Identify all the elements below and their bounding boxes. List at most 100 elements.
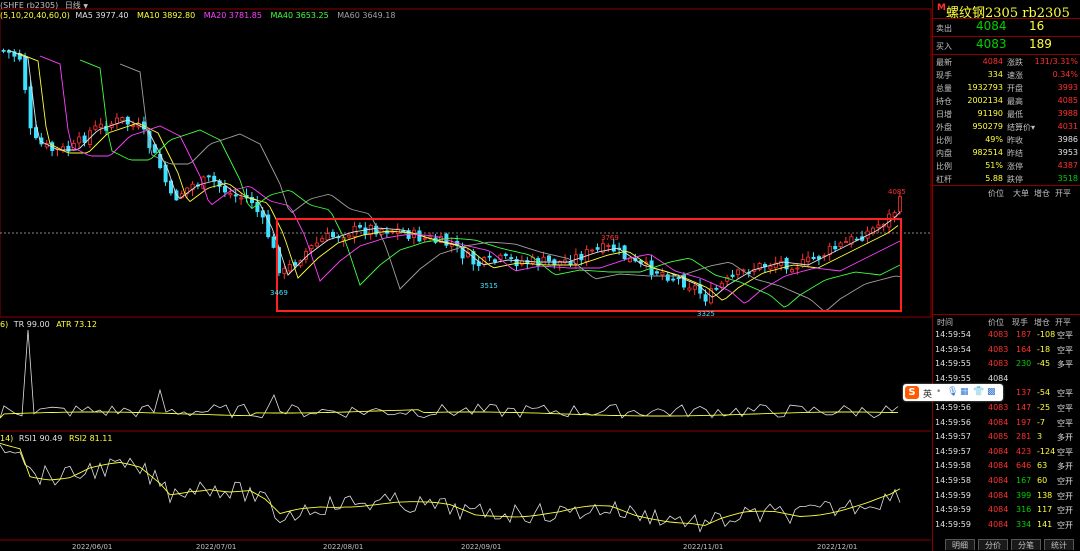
- candle-body: [487, 255, 492, 258]
- kline-chart[interactable]: [0, 0, 932, 551]
- candle-body: [800, 259, 805, 267]
- stat-value: 3953: [1057, 148, 1078, 157]
- candle-body: [671, 278, 676, 281]
- depth-header: 价位 大单 增仓 开平: [933, 187, 1080, 199]
- toolbox-icon[interactable]: ▩: [987, 387, 996, 397]
- stat-value: 1932793: [967, 83, 1003, 92]
- ask-row[interactable]: 卖出 4084 16: [933, 19, 1080, 36]
- stat-value: 5.88: [985, 174, 1003, 183]
- stat-row: 最新 4084 涨跌 131/3.31%: [933, 56, 1080, 69]
- tick-row[interactable]: 14:59:58 4084 167 60 空开: [933, 474, 1080, 488]
- stat-value: 950279: [972, 122, 1003, 131]
- tick-oi-change: -54: [1037, 388, 1051, 398]
- tick-volume: 334: [1016, 519, 1032, 529]
- tick-row[interactable]: 14:59:59 4084 334 141 空开: [933, 518, 1080, 532]
- punctuation-icon[interactable]: •: [936, 387, 941, 397]
- stat-row: 日增 91190 最低 3988: [933, 108, 1080, 121]
- skin-icon[interactable]: 👕: [973, 387, 984, 397]
- tick-time: 14:59:55: [935, 359, 971, 369]
- stat-row: 总量 1932793 开盘 3993: [933, 82, 1080, 95]
- stat-row: 比例 51% 涨停 4387: [933, 160, 1080, 173]
- header-time: 时间: [937, 318, 953, 327]
- ma5-label: MA5 3977.40: [75, 11, 129, 20]
- stat-label: 昨收: [1007, 136, 1023, 145]
- header-open-close: 开平: [1055, 189, 1071, 198]
- keyboard-icon[interactable]: ▦: [960, 387, 969, 397]
- tick-row[interactable]: 14:59:57 4084 423 -124 空平: [933, 445, 1080, 459]
- stat-label: 速涨: [1007, 71, 1023, 80]
- ime-logo[interactable]: S: [905, 386, 919, 399]
- header-oi-change: 增仓: [1034, 318, 1050, 327]
- tick-row[interactable]: 14:59:57 4085 281 3 多开: [933, 430, 1080, 444]
- chart-area[interactable]: (SHFE rb2305) 日线 ▼ (5,10,20,40,60,0) MA5…: [0, 0, 932, 551]
- stat-label: 昨结: [1007, 149, 1023, 158]
- atr-line: [0, 409, 899, 419]
- ma-legend: (5,10,20,40,60,0) MA5 3977.40 MA10 3892.…: [0, 11, 401, 20]
- stat-value: 49%: [985, 135, 1003, 144]
- ma60-line: [119, 63, 901, 312]
- header-open-close: 开平: [1055, 318, 1071, 327]
- atr-params: 6): [0, 320, 9, 329]
- atr-legend: 6) TR 99.00 ATR 73.12: [0, 320, 97, 329]
- bid-row[interactable]: 买入 4083 189: [933, 37, 1080, 54]
- tick-volume: 147: [1016, 403, 1032, 412]
- tick-volume: 197: [1016, 417, 1032, 427]
- tick-time: 14:59:55: [935, 373, 971, 383]
- tick-row[interactable]: 14:59:54 4083 187 -108 空平: [933, 328, 1080, 342]
- tick-row[interactable]: 14:59:56 4083 147 -25 空平: [933, 401, 1080, 415]
- stat-row: 内盘 982514 昨结 3953: [933, 147, 1080, 160]
- tick-price: 4084: [988, 417, 1009, 427]
- divider: [933, 54, 1080, 55]
- tick-row[interactable]: 14:59:56 4084 197 -7 空平: [933, 416, 1080, 430]
- stat-value: 4084: [982, 57, 1003, 66]
- tick-volume: 399: [1016, 490, 1032, 500]
- tick-type: 多开: [1057, 433, 1073, 443]
- tick-row[interactable]: 14:59:54 4083 164 -18 空平: [933, 343, 1080, 357]
- period-label[interactable]: 日线: [65, 1, 81, 10]
- tick-oi-change: 63: [1037, 461, 1048, 471]
- tab-trades[interactable]: 分笔: [1011, 539, 1041, 550]
- microphone-icon[interactable]: 🎙: [947, 387, 958, 397]
- candle-body: [892, 212, 897, 218]
- tick-type: 空平: [1057, 331, 1073, 340]
- contract-title: M 螺纹钢2305 rb2305: [933, 1, 1080, 21]
- candle-body: [692, 285, 697, 290]
- tick-price: 4084: [988, 490, 1009, 500]
- tick-oi-change: -108: [1037, 330, 1056, 339]
- candle-body: [28, 86, 33, 129]
- candle-body: [833, 246, 838, 250]
- tick-row[interactable]: 14:59:59 4084 399 138 空开: [933, 489, 1080, 503]
- candle-body: [23, 56, 28, 90]
- stat-label: 现手: [936, 71, 952, 80]
- rsi1-label: RSI1 90.49: [18, 434, 63, 443]
- ime-mode[interactable]: 英: [923, 387, 932, 400]
- tick-row[interactable]: 14:59:59 4084 316 117 空开: [933, 503, 1080, 517]
- tab-stats[interactable]: 统计: [1044, 539, 1074, 550]
- candle-body: [206, 175, 211, 178]
- tab-price-dist[interactable]: 分价: [978, 539, 1008, 550]
- tick-row[interactable]: 14:59:55 4083 230 -45 多平: [933, 357, 1080, 371]
- candle-body: [115, 117, 120, 124]
- tick-time: 14:59:59: [935, 519, 971, 529]
- stat-label: 跌停: [1007, 175, 1023, 184]
- tick-oi-change: -7: [1037, 417, 1045, 427]
- chevron-down-icon[interactable]: ▼: [83, 3, 88, 10]
- candle-body: [120, 117, 125, 122]
- candle-body: [547, 255, 552, 262]
- candle-body: [503, 253, 508, 257]
- tick-type: 空平: [1057, 418, 1073, 428]
- tick-row[interactable]: 14:59:58 4084 646 63 多开: [933, 459, 1080, 473]
- tick-time: 14:59:59: [935, 505, 971, 515]
- tick-price: 4083: [988, 330, 1009, 339]
- ime-toolbar[interactable]: S 英 • 🎙 ▦ 👕 ▩: [903, 384, 1003, 401]
- candle-body: [363, 227, 368, 235]
- stat-value: 131/3.31%: [1034, 57, 1078, 66]
- tick-oi-change: -25: [1037, 403, 1051, 412]
- stat-label: 最低: [1007, 110, 1023, 119]
- header-price: 价位: [988, 189, 1004, 198]
- tick-oi-change: -18: [1037, 344, 1051, 354]
- stat-label: 涨跌: [1007, 58, 1023, 67]
- tab-detail[interactable]: 明细: [945, 539, 975, 550]
- stat-value: 3986: [1057, 135, 1078, 144]
- rsi2-label: RSI2 81.11: [68, 434, 113, 443]
